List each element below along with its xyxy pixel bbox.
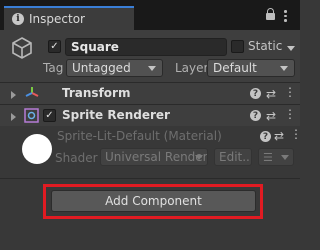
material-name: Sprite-Lit-Default (Material) [57, 129, 222, 143]
shader-list-dropdown[interactable]: ☰ [258, 148, 294, 166]
material-preview [22, 134, 52, 164]
edit-label: Edit... [219, 150, 252, 164]
edit-shader-button[interactable]: Edit... [214, 148, 252, 166]
material-section: Sprite-Lit-Default (Material) ? ⇄ ⋮ Shad… [0, 126, 302, 178]
preset-icon[interactable]: ⇄ [266, 109, 276, 123]
static-dropdown-arrow-icon[interactable] [287, 46, 295, 51]
sprite-renderer-component-header[interactable]: ✓ Sprite Renderer ? ⇄ ⋮ [0, 104, 300, 126]
component-title: Transform [62, 86, 131, 100]
list-icon: ☰ [263, 151, 273, 164]
chevron-down-icon [280, 66, 288, 71]
layer-dropdown[interactable]: Default [207, 59, 295, 77]
object-header: ✓ Square Static Tag Untagged Layer Defau… [0, 30, 300, 82]
chevron-down-icon [281, 155, 289, 160]
tag-value: Untagged [72, 61, 131, 75]
shader-dropdown[interactable]: Universal Render I [100, 148, 208, 166]
sprite-renderer-icon [24, 108, 39, 123]
tag-label: Tag [43, 61, 64, 75]
sprite-renderer-enabled-checkbox[interactable]: ✓ [43, 109, 56, 122]
foldout-arrow-icon[interactable] [11, 91, 16, 99]
cube-icon [12, 37, 32, 59]
shader-value: Universal Render I [105, 150, 208, 164]
add-component-button[interactable]: Add Component [51, 190, 256, 212]
object-name-field[interactable]: Square [65, 38, 227, 56]
tag-dropdown[interactable]: Untagged [66, 59, 163, 77]
chevron-down-icon [148, 66, 156, 71]
help-icon[interactable]: ? [250, 110, 261, 121]
inspector-tab[interactable]: i Inspector [4, 6, 134, 30]
more-options-icon[interactable]: ⋮ [284, 107, 296, 121]
layer-value: Default [213, 61, 257, 75]
component-title: Sprite Renderer [62, 108, 170, 122]
inspector-tab-label: Inspector [29, 12, 85, 26]
static-label: Static [248, 39, 283, 53]
help-icon[interactable]: ? [260, 131, 271, 142]
static-checkbox[interactable] [231, 40, 244, 53]
tab-bar: i Inspector [0, 0, 300, 30]
preset-icon[interactable]: ⇄ [266, 87, 276, 101]
transform-component-header[interactable]: Transform ? ⇄ ⋮ [0, 82, 300, 104]
lock-icon[interactable] [266, 8, 275, 23]
divider [0, 178, 300, 179]
layer-label: Layer [175, 61, 209, 75]
shader-label: Shader [55, 151, 98, 165]
chevron-down-icon [195, 155, 203, 160]
kebab-menu-icon[interactable] [284, 10, 287, 22]
preset-icon[interactable]: ⇄ [274, 129, 284, 143]
active-checkbox[interactable]: ✓ [48, 40, 61, 53]
info-icon: i [12, 13, 24, 25]
foldout-arrow-icon[interactable] [11, 113, 16, 121]
add-component-label: Add Component [105, 194, 202, 208]
transform-icon [25, 87, 39, 97]
help-icon[interactable]: ? [250, 88, 261, 99]
more-options-icon[interactable]: ⋮ [290, 127, 302, 141]
more-options-icon[interactable]: ⋮ [284, 85, 296, 99]
